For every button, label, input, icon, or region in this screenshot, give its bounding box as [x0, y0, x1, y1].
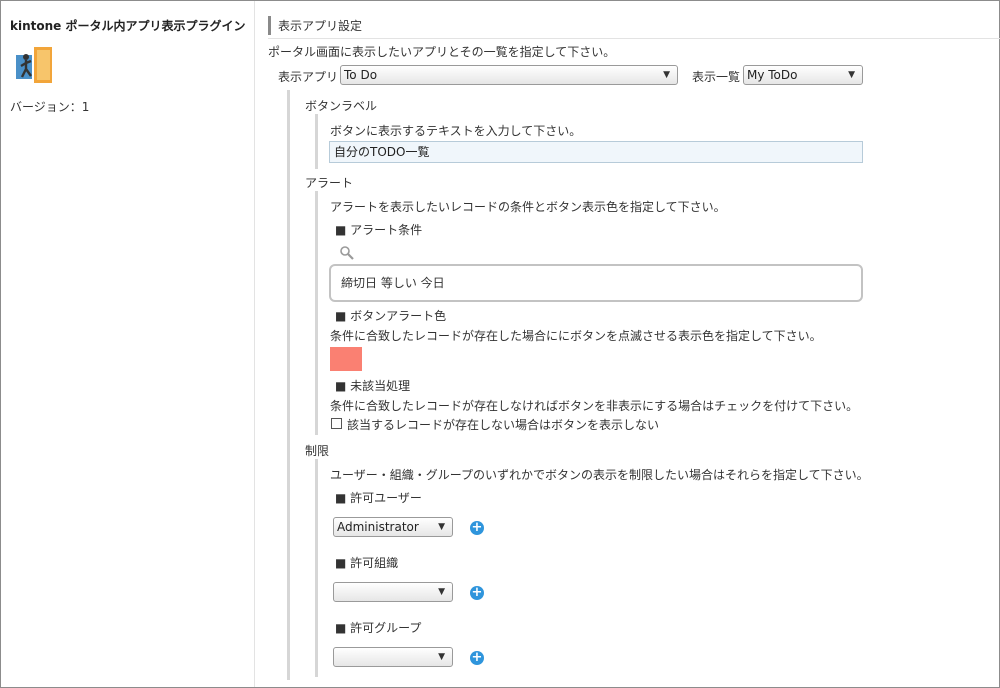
hide-button-checkbox[interactable]: [331, 418, 342, 429]
list-select-label: 表示一覧: [692, 70, 741, 84]
allowed-user-select[interactable]: Administrator ▼: [333, 517, 453, 537]
section-bar: [268, 16, 271, 35]
restriction-guide-bar: [315, 459, 318, 677]
plugin-title: kintone ポータル内アプリ表示プラグイン: [10, 19, 246, 33]
section-title: 表示アプリ設定: [278, 19, 363, 33]
door-exit-icon: [16, 47, 52, 83]
unmatched-description: 条件に合致したレコードが存在しなければボタンを非表示にする場合はチェックを付けて…: [330, 399, 859, 413]
hide-button-checkbox-label: 該当するレコードが存在しない場合はボタンを表示しない: [347, 418, 660, 432]
alert-color-heading: ■ ボタンアラート色: [335, 309, 447, 323]
button-label-heading: ボタンラベル: [305, 99, 378, 113]
chevron-down-icon: ▼: [663, 70, 670, 80]
restriction-heading: 制限: [305, 444, 330, 458]
list-select[interactable]: My ToDo ▼: [743, 65, 863, 85]
alert-color-description: 条件に合致したレコードが存在した場合ににボタンを点滅させる表示色を指定して下さい…: [330, 329, 822, 343]
chevron-down-icon: ▼: [438, 522, 445, 532]
alert-guide-bar: [315, 191, 318, 435]
section-description: ポータル画面に表示したいアプリとその一覧を指定して下さい。: [268, 45, 616, 59]
allowed-user-value: Administrator: [337, 520, 419, 534]
allowed-org-select[interactable]: ▼: [333, 582, 453, 602]
sidebar: kintone ポータル内アプリ表示プラグイン バージョン：1: [1, 1, 255, 687]
allowed-org-heading: ■ 許可組織: [335, 556, 399, 570]
alert-condition-box[interactable]: 締切日 等しい 今日: [329, 264, 863, 302]
app-select-value: To Do: [344, 68, 378, 82]
alert-condition-heading: ■ アラート条件: [335, 223, 423, 237]
search-icon[interactable]: [339, 245, 355, 261]
alert-color-swatch[interactable]: [330, 347, 362, 371]
button-label-input[interactable]: 自分のTODO一覧: [329, 141, 863, 163]
chevron-down-icon: ▼: [848, 70, 855, 80]
allowed-user-heading: ■ 許可ユーザー: [335, 491, 422, 505]
button-label-guide-bar: [315, 114, 318, 169]
app-select-label: 表示アプリ: [278, 70, 339, 84]
add-user-icon[interactable]: +: [470, 521, 484, 535]
add-group-icon[interactable]: +: [470, 651, 484, 665]
allowed-group-select[interactable]: ▼: [333, 647, 453, 667]
chevron-down-icon: ▼: [438, 652, 445, 662]
app-select[interactable]: To Do ▼: [340, 65, 678, 85]
alert-description: アラートを表示したいレコードの条件とボタン表示色を指定して下さい。: [330, 200, 726, 214]
button-label-description: ボタンに表示するテキストを入力して下さい。: [330, 124, 582, 138]
add-org-icon[interactable]: +: [470, 586, 484, 600]
section-divider: [268, 38, 1000, 39]
unmatched-heading: ■ 未該当処理: [335, 379, 411, 393]
chevron-down-icon: ▼: [438, 587, 445, 597]
list-select-value: My ToDo: [747, 68, 798, 82]
plugin-version: バージョン：1: [10, 100, 90, 114]
alert-heading: アラート: [305, 176, 354, 190]
restriction-description: ユーザー・組織・グループのいずれかでボタンの表示を制限したい場合はそれらを指定し…: [330, 468, 869, 482]
group-guide-bar: [287, 90, 290, 680]
allowed-group-heading: ■ 許可グループ: [335, 621, 422, 635]
